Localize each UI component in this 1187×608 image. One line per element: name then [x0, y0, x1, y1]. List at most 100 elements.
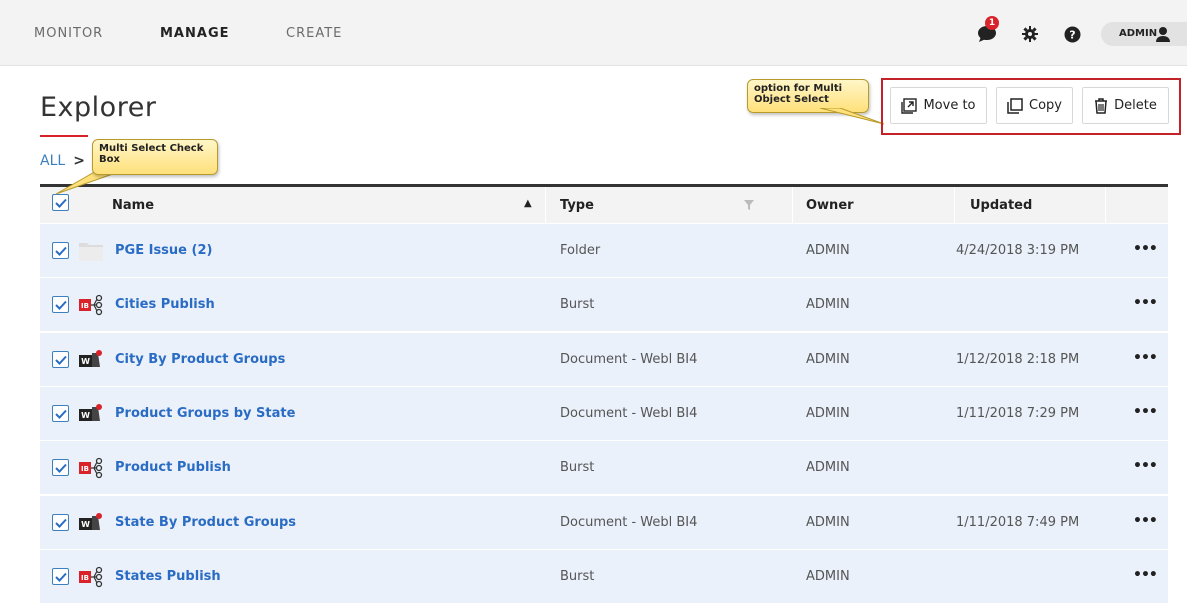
checkmark-icon — [54, 300, 67, 310]
row-checkbox[interactable] — [52, 296, 69, 313]
item-owner: ADMIN — [806, 243, 850, 258]
settings-gear-icon[interactable] — [1018, 22, 1042, 46]
move-to-icon — [901, 97, 918, 114]
item-name-link[interactable]: State By Product Groups — [115, 515, 296, 530]
item-owner: ADMIN — [806, 460, 850, 475]
table-row[interactable]: IB States Publish Burst ADMIN ••• — [40, 550, 1168, 604]
column-header-owner[interactable]: Owner — [806, 198, 854, 213]
row-more-actions-icon[interactable]: ••• — [1133, 350, 1158, 366]
sort-ascending-icon[interactable]: ▲ — [524, 198, 532, 209]
item-name-link[interactable]: States Publish — [115, 569, 221, 584]
item-name-link[interactable]: City By Product Groups — [115, 352, 285, 367]
row-more-actions-icon[interactable]: ••• — [1133, 567, 1158, 583]
item-type: Burst — [560, 297, 595, 312]
row-more-actions-icon[interactable]: ••• — [1133, 241, 1158, 257]
svg-text:W: W — [81, 520, 90, 529]
webi-document-icon: W — [78, 512, 104, 534]
checkmark-icon — [54, 409, 67, 419]
svg-text:?: ? — [1069, 28, 1075, 41]
column-divider — [545, 187, 546, 223]
copy-label: Copy — [1029, 98, 1062, 113]
row-checkbox[interactable] — [52, 514, 69, 531]
column-header-type[interactable]: Type — [560, 198, 594, 213]
item-name-link[interactable]: Cities Publish — [115, 297, 215, 312]
svg-text:IB: IB — [81, 302, 89, 310]
item-name-link[interactable]: Product Publish — [115, 460, 231, 475]
svg-text:W: W — [81, 357, 90, 366]
title-underline — [40, 135, 88, 137]
row-more-actions-icon[interactable]: ••• — [1133, 295, 1158, 311]
checkmark-icon — [54, 463, 67, 473]
item-owner: ADMIN — [806, 515, 850, 530]
item-type: Document - Webl BI4 — [560, 406, 698, 421]
item-owner: ADMIN — [806, 297, 850, 312]
row-checkbox[interactable] — [52, 351, 69, 368]
table-row[interactable]: W City By Product Groups Document - Webl B… — [40, 333, 1168, 387]
item-owner: ADMIN — [806, 569, 850, 584]
column-divider — [1105, 187, 1106, 223]
column-header-updated[interactable]: Updated — [970, 198, 1032, 213]
table-row[interactable]: IB Product Publish Burst ADMIN ••• — [40, 441, 1168, 495]
webi-document-icon: W — [78, 349, 104, 371]
row-more-actions-icon[interactable]: ••• — [1133, 458, 1158, 474]
breadcrumb-separator: > — [73, 153, 85, 169]
webi-document-icon: W — [78, 403, 104, 425]
move-to-button[interactable]: Move to — [890, 87, 987, 124]
svg-text:W: W — [81, 411, 90, 420]
column-header-name[interactable]: Name — [112, 198, 154, 213]
top-navigation-bar: MONITOR MANAGE CREATE — [0, 0, 1187, 66]
user-menu[interactable]: ADMIN — [1101, 22, 1187, 46]
user-name: ADMIN — [1119, 28, 1158, 39]
item-type: Document - Webl BI4 — [560, 352, 698, 367]
delete-button[interactable]: Delete — [1082, 87, 1169, 124]
table-row[interactable]: W State By Product Groups Document - Webl … — [40, 496, 1168, 550]
table-row[interactable]: W Product Groups by State Document - Webl … — [40, 387, 1168, 441]
notification-count-badge: 1 — [985, 16, 999, 30]
item-updated: 1/11/2018 7:49 PM — [956, 515, 1080, 530]
table-row[interactable]: PGE Issue (2) Folder ADMIN 4/24/2018 3:19 P… — [40, 224, 1168, 278]
burst-publication-icon: IB — [78, 457, 104, 479]
checkmark-icon — [54, 572, 67, 582]
nav-tab-manage[interactable]: MANAGE — [160, 26, 230, 41]
item-type: Document - Webl BI4 — [560, 515, 698, 530]
item-name-link[interactable]: PGE Issue (2) — [115, 243, 212, 258]
item-updated: 1/12/2018 2:18 PM — [956, 352, 1080, 367]
burst-publication-icon: IB — [78, 566, 104, 588]
breadcrumb-root-link[interactable]: ALL — [40, 153, 65, 169]
item-type: Burst — [560, 569, 595, 584]
column-divider — [954, 187, 955, 223]
checkmark-icon — [54, 518, 67, 528]
folder-icon — [78, 240, 104, 262]
column-divider — [792, 187, 793, 223]
item-updated: 1/11/2018 7:29 PM — [956, 406, 1080, 421]
help-icon[interactable]: ? — [1060, 22, 1084, 46]
checkmark-icon — [54, 355, 67, 365]
item-owner: ADMIN — [806, 352, 850, 367]
burst-publication-icon: IB — [78, 294, 104, 316]
callout-multi-select-checkbox: Multi Select Check Box — [92, 139, 218, 175]
copy-button[interactable]: Copy — [996, 87, 1073, 124]
delete-label: Delete — [1114, 98, 1157, 113]
row-more-actions-icon[interactable]: ••• — [1133, 513, 1158, 529]
item-name-link[interactable]: Product Groups by State — [115, 406, 295, 421]
checkmark-icon — [54, 198, 67, 208]
row-more-actions-icon[interactable]: ••• — [1133, 404, 1158, 420]
row-checkbox[interactable] — [52, 405, 69, 422]
row-checkbox[interactable] — [52, 242, 69, 259]
svg-text:IB: IB — [81, 465, 89, 473]
checkmark-icon — [54, 246, 67, 256]
item-updated: 4/24/2018 3:19 PM — [956, 243, 1080, 258]
table-row[interactable]: IB Cities Publish Burst ADMIN ••• — [40, 278, 1168, 332]
move-to-label: Move to — [923, 98, 976, 113]
table-header: Name ▲ Type Owner Updated — [40, 187, 1168, 223]
breadcrumb: ALL > — [40, 153, 85, 169]
item-type: Burst — [560, 460, 595, 475]
nav-tab-monitor[interactable]: MONITOR — [34, 26, 103, 41]
filter-icon[interactable] — [744, 200, 754, 210]
nav-tab-create[interactable]: CREATE — [286, 26, 342, 41]
row-checkbox[interactable] — [52, 459, 69, 476]
row-checkbox[interactable] — [52, 568, 69, 585]
copy-icon — [1007, 97, 1023, 114]
trash-icon — [1095, 97, 1108, 114]
svg-text:IB: IB — [81, 574, 89, 582]
